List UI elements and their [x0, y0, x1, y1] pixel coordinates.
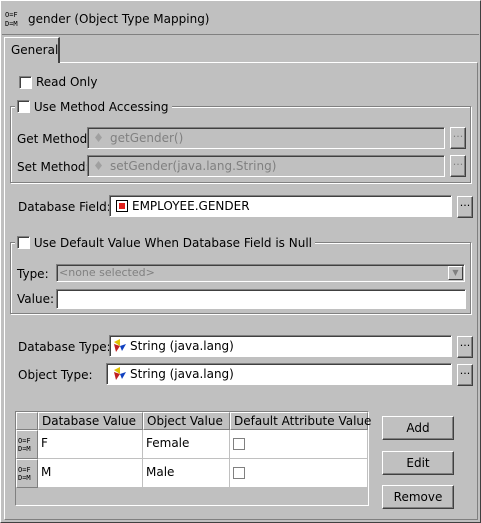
- value-mapping-table: Database Value Object Value Default Attr…: [15, 411, 371, 506]
- set-method-field[interactable]: setGender(java.lang.String): [87, 155, 445, 177]
- table-cell-object-value[interactable]: Female: [143, 430, 230, 459]
- database-field-label: Database Field:: [18, 200, 111, 214]
- database-type-input[interactable]: String (java.lang): [109, 335, 452, 357]
- column-header-default-attribute-value[interactable]: Default Attribute Value: [230, 412, 371, 430]
- use-default-value-checkbox[interactable]: [17, 236, 30, 249]
- use-method-accessing-checkbox[interactable]: [17, 100, 30, 113]
- default-attribute-checkbox[interactable]: [233, 467, 245, 479]
- column-header-object-value[interactable]: Object Value: [143, 412, 230, 430]
- get-method-field[interactable]: getGender(): [87, 127, 445, 149]
- database-field-icon: [116, 200, 128, 212]
- get-method-label: Get Method:: [17, 132, 92, 146]
- set-method-browse-button[interactable]: ...: [450, 155, 466, 177]
- database-type-browse-button[interactable]: ...: [457, 336, 473, 358]
- method-diamond-icon: [95, 133, 102, 142]
- set-method-label: Set Method:: [17, 160, 90, 174]
- add-button[interactable]: Add: [382, 416, 454, 440]
- column-header-database-value[interactable]: Database Value: [38, 412, 143, 430]
- tab-general[interactable]: General: [4, 37, 60, 63]
- svg-text:O=F: O=F: [5, 11, 18, 19]
- default-attribute-checkbox[interactable]: [233, 438, 245, 450]
- database-type-value: String (java.lang): [130, 339, 234, 353]
- database-field-input[interactable]: EMPLOYEE.GENDER: [109, 195, 452, 217]
- object-type-label: Object Type:: [18, 368, 93, 382]
- use-method-accessing-label: Use Method Accessing: [33, 100, 169, 114]
- default-value-legend: Use Default Value When Database Field is…: [15, 234, 315, 250]
- dialog-window: O=F D=M gender (Object Type Mapping) Gen…: [0, 0, 481, 523]
- use-default-value-label: Use Default Value When Database Field is…: [33, 236, 312, 250]
- value-label: Value:: [17, 292, 54, 306]
- svg-text:D=M: D=M: [18, 474, 31, 482]
- object-type-mapping-icon: O=F D=M: [18, 437, 31, 453]
- object-type-mapping-icon: O=F D=M: [5, 11, 18, 28]
- object-type-value: String (java.lang): [130, 367, 234, 381]
- table-cell-object-value[interactable]: Male: [143, 459, 230, 488]
- object-type-input[interactable]: String (java.lang): [106, 363, 452, 385]
- read-only-checkbox[interactable]: [19, 76, 32, 89]
- svg-text:O=F: O=F: [18, 466, 31, 474]
- read-only-label: Read Only: [36, 75, 98, 89]
- table-cell-database-value[interactable]: F: [38, 430, 143, 459]
- table-row-header[interactable]: O=F D=M: [16, 459, 38, 488]
- database-field-value: EMPLOYEE.GENDER: [132, 199, 250, 213]
- title-bar: O=F D=M gender (Object Type Mapping): [2, 2, 479, 35]
- table-cell-default: [230, 459, 368, 488]
- default-value-input[interactable]: [56, 289, 466, 309]
- type-label: Type:: [17, 267, 49, 281]
- svg-text:O=F: O=F: [18, 437, 31, 445]
- remove-button[interactable]: Remove: [382, 485, 454, 509]
- get-method-value: getGender(): [110, 131, 184, 145]
- svg-text:D=M: D=M: [18, 445, 31, 453]
- table-cell-default: [230, 430, 368, 459]
- svg-text:D=M: D=M: [5, 20, 18, 28]
- database-type-label: Database Type:: [18, 340, 111, 354]
- chevron-down-icon[interactable]: ▼: [448, 266, 463, 280]
- table-cell-database-value[interactable]: M: [38, 459, 143, 488]
- object-type-browse-button[interactable]: ...: [457, 364, 473, 386]
- tab-general-label: General: [11, 43, 59, 57]
- type-selected-value: <none selected>: [59, 266, 155, 279]
- object-type-mapping-icon: O=F D=M: [18, 466, 31, 482]
- method-diamond-icon: [95, 161, 102, 170]
- table-row-header[interactable]: O=F D=M: [16, 430, 38, 459]
- type-combobox[interactable]: <none selected> ▼: [56, 264, 465, 282]
- window-title: gender (Object Type Mapping): [28, 12, 210, 26]
- set-method-value: setGender(java.lang.String): [110, 159, 277, 173]
- method-accessing-legend: Use Method Accessing: [15, 98, 172, 114]
- database-field-browse-button[interactable]: ...: [457, 196, 473, 218]
- class-type-icon: [114, 367, 126, 380]
- edit-button[interactable]: Edit: [382, 451, 454, 475]
- class-type-icon: [114, 339, 126, 352]
- table-corner-header: [16, 412, 38, 430]
- get-method-browse-button[interactable]: ...: [450, 127, 466, 149]
